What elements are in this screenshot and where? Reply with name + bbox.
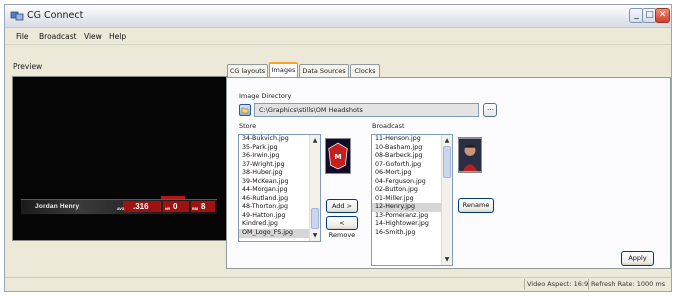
player-name: Jordan Henry [35, 203, 80, 210]
menu-help[interactable]: Help [109, 32, 126, 41]
apply-button[interactable]: Apply [621, 251, 654, 266]
broadcast-list[interactable]: 11-Henson.jpg 10-Basham.jpg 08-Barbeck.jpg… [371, 134, 453, 266]
broadcast-list-item[interactable]: 08-Barbeck.jpg [372, 152, 452, 161]
refresh-rate-status: Refresh Rate: 1000 ms [591, 280, 666, 288]
store-list-item[interactable]: 46-Rutland.jpg [239, 195, 320, 204]
video-aspect-status: Video Aspect: 16:9 [527, 280, 589, 288]
store-scrollbar[interactable]: ▲ ▼ [309, 135, 320, 241]
app-icon [10, 11, 24, 21]
stat-hr-value: 0 [173, 202, 178, 211]
title-bar[interactable]: CG Connect _ □ ✕ [5, 5, 671, 28]
stat-hr-label: HR [165, 207, 171, 211]
close-icon: ✕ [658, 10, 667, 20]
lower-third-accent [161, 196, 185, 199]
store-thumbnail: M [325, 138, 351, 174]
store-list-item[interactable]: 36-Irwin.jpg [239, 152, 320, 161]
images-panel: Image Directory C:\Graphics\stills\OM He… [226, 77, 671, 269]
broadcast-list-item[interactable]: 11-Henson.jpg [372, 135, 452, 144]
store-list-item[interactable]: 44-Morgan.jpg [239, 186, 320, 195]
store-list-item[interactable]: OM_Logo_FS.jpg [239, 229, 320, 238]
broadcast-list-item[interactable]: 04-Ferguson.jpg [372, 178, 452, 187]
lower-third-graphic: Jordan Henry AVG .316 HR 0 RBI 8 [21, 196, 217, 215]
scroll-up-icon[interactable]: ▲ [311, 136, 319, 145]
broadcast-list-item[interactable]: 01-Miller.jpg [372, 195, 452, 204]
status-bar: Video Aspect: 16:9 Refresh Rate: 1000 ms [5, 277, 671, 291]
status-divider [524, 279, 525, 290]
broadcast-list-item[interactable]: 10-Basham.jpg [372, 144, 452, 153]
minimize-icon: _ [634, 10, 639, 20]
stat-hr: HR 0 [163, 201, 189, 212]
stat-avg-label: AVG [117, 207, 125, 211]
store-list-item[interactable]: 38-Huber.jpg [239, 169, 320, 178]
rename-button[interactable]: Rename [458, 198, 494, 213]
store-list-item[interactable]: 35-Park.jpg [239, 144, 320, 153]
broadcast-list-item[interactable]: 13-Pomeranz.jpg [372, 212, 452, 221]
preview-label: Preview [13, 62, 43, 71]
broadcast-list-item[interactable]: 06-Mort.jpg [372, 169, 452, 178]
preview-screen: Jordan Henry AVG .316 HR 0 RBI 8 [12, 76, 227, 241]
scroll-down-icon[interactable]: ▼ [443, 255, 451, 264]
player-headshot-icon [459, 138, 481, 172]
svg-text:M: M [334, 152, 341, 161]
add-button[interactable]: Add > [326, 199, 358, 213]
folder-icon [241, 107, 249, 114]
scroll-down-icon[interactable]: ▼ [311, 231, 319, 240]
store-label: Store [239, 122, 257, 130]
menu-bar: File Broadcast View Help [5, 28, 671, 45]
tab-clocks[interactable]: Clocks [350, 64, 380, 77]
broadcast-list-item[interactable]: 07-Goforth.jpg [372, 161, 452, 170]
team-logo-icon: M [326, 139, 350, 173]
menu-view[interactable]: View [84, 32, 102, 41]
menu-broadcast[interactable]: Broadcast [39, 32, 77, 41]
stat-rbi-value: 8 [201, 202, 206, 211]
broadcast-scrollbar[interactable]: ▲ ▼ [441, 135, 452, 265]
broadcast-label: Broadcast [372, 122, 405, 130]
app-window: CG Connect _ □ ✕ File Broadcast View Hel… [4, 4, 672, 292]
stat-rbi: RBI 8 [191, 201, 215, 212]
broadcast-list-item[interactable]: 02-Button.jpg [372, 186, 452, 195]
scroll-thumb[interactable] [443, 146, 451, 178]
tab-data-sources[interactable]: Data Sources [299, 64, 349, 77]
window-title: CG Connect [27, 10, 84, 21]
browse-button[interactable]: … [483, 103, 497, 117]
store-list-item[interactable]: Kindred.jpg [239, 220, 320, 229]
tab-images[interactable]: Images [269, 62, 298, 78]
scroll-up-icon[interactable]: ▲ [443, 136, 451, 145]
image-directory-field[interactable]: C:\Graphics\stills\OM Headshots [254, 103, 479, 117]
status-divider [588, 279, 589, 290]
tab-cg-layouts[interactable]: CG layouts [227, 64, 268, 77]
menu-file[interactable]: File [16, 32, 29, 41]
maximize-icon: □ [645, 10, 654, 20]
store-list-item[interactable]: 37-Wright.jpg [239, 161, 320, 170]
broadcast-thumbnail [458, 137, 482, 173]
stat-avg-value: .316 [133, 202, 149, 211]
store-list-item[interactable]: 48-Thorton.jpg [239, 203, 320, 212]
broadcast-list-item[interactable]: 16-Smith.jpg [372, 229, 452, 238]
store-list-item[interactable]: 39-McKean.jpg [239, 178, 320, 187]
scroll-thumb[interactable] [311, 208, 319, 229]
remove-button[interactable]: < Remove [326, 216, 358, 239]
broadcast-list-item[interactable]: 14-Hightower.jpg [372, 220, 452, 229]
close-button[interactable]: ✕ [655, 8, 670, 23]
store-list-item[interactable]: 34-Bukvich.jpg [239, 135, 320, 144]
store-list[interactable]: 34-Bukvich.jpg 35-Park.jpg 36-Irwin.jpg 37-… [238, 134, 321, 242]
folder-button[interactable] [239, 104, 251, 116]
broadcast-list-items: 11-Henson.jpg 10-Basham.jpg 08-Barbeck.jpg… [372, 135, 452, 238]
stat-rbi-label: RBI [192, 207, 199, 211]
browse-icon: … [487, 104, 494, 112]
store-list-item[interactable]: 49-Hatton.jpg [239, 212, 320, 221]
broadcast-list-item[interactable]: 12-Henry.jpg [372, 203, 452, 212]
store-list-items: 34-Bukvich.jpg 35-Park.jpg 36-Irwin.jpg 37-… [239, 135, 320, 238]
image-directory-label: Image Directory [239, 92, 292, 100]
stat-avg: AVG .316 [117, 201, 161, 212]
